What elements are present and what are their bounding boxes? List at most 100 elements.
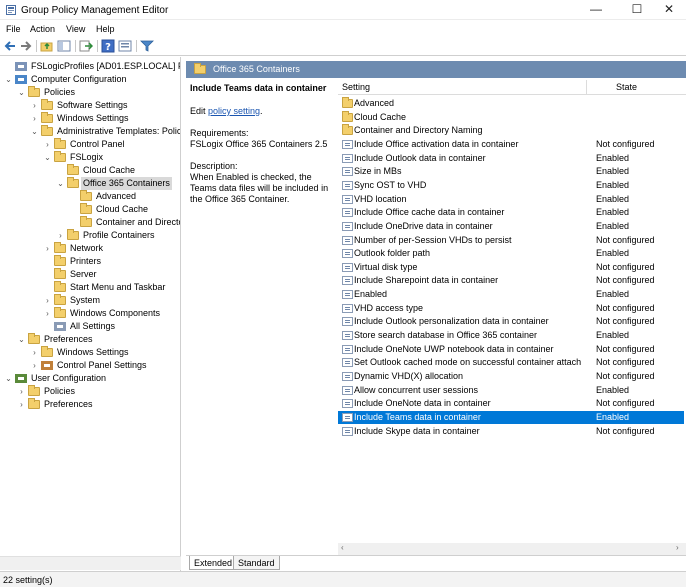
- setting-row[interactable]: Include Sharepoint data in container Not …: [338, 274, 684, 287]
- collapse-toggle-icon[interactable]: ⌄: [17, 86, 26, 99]
- expand-toggle-icon[interactable]: ›: [43, 138, 52, 151]
- tree-item[interactable]: ⌄ Computer Configuration: [0, 73, 180, 86]
- setting-row[interactable]: Include OneNote data in container Not con…: [338, 397, 684, 410]
- collapse-toggle-icon[interactable]: ⌄: [17, 333, 26, 346]
- settings-folder-row[interactable]: Container and Directory Naming: [338, 124, 684, 137]
- settings-folder-row[interactable]: Advanced: [338, 97, 684, 110]
- setting-row[interactable]: Store search database in Office 365 cont…: [338, 329, 684, 342]
- setting-row[interactable]: Outlook folder path Enabled: [338, 247, 684, 260]
- tree-item[interactable]: All Settings: [0, 320, 180, 333]
- setting-row[interactable]: Allow concurrent user sessions Enabled: [338, 384, 684, 397]
- console-tree[interactable]: FSLogicProfiles [AD01.ESP.LOCAL] Policy ⌄…: [0, 57, 181, 571]
- expand-toggle-icon[interactable]: ›: [56, 229, 65, 242]
- menu-file[interactable]: File: [6, 24, 21, 34]
- edit-policy-setting-link[interactable]: policy setting: [208, 106, 260, 116]
- tree-item[interactable]: ⌄ Policies: [0, 86, 180, 99]
- tree-item[interactable]: Printers: [0, 255, 180, 268]
- tree-item[interactable]: › Windows Settings: [0, 346, 180, 359]
- minimize-button[interactable]: —: [581, 0, 611, 20]
- forward-arrow-icon[interactable]: [19, 39, 33, 53]
- maximize-button[interactable]: ☐: [622, 0, 652, 20]
- tab-standard[interactable]: Standard: [233, 556, 280, 570]
- tree-item[interactable]: › Profile Containers: [0, 229, 180, 242]
- tree-item[interactable]: Server: [0, 268, 180, 281]
- scroll-right-arrow[interactable]: ›: [676, 543, 679, 552]
- setting-row[interactable]: VHD location Enabled: [338, 193, 684, 206]
- column-divider[interactable]: [586, 80, 587, 95]
- menu-view[interactable]: View: [66, 24, 85, 34]
- setting-row[interactable]: Include OneNote UWP notebook data in con…: [338, 343, 684, 356]
- tree-item[interactable]: Advanced: [0, 190, 180, 203]
- setting-row[interactable]: Enabled Enabled: [338, 288, 684, 301]
- tree-item[interactable]: › Control Panel Settings: [0, 359, 180, 372]
- folder-icon: [342, 110, 353, 122]
- expand-toggle-icon[interactable]: ›: [43, 242, 52, 255]
- tree-item[interactable]: › Network: [0, 242, 180, 255]
- setting-row[interactable]: Dynamic VHD(X) allocation Not configured: [338, 370, 684, 383]
- tree-item[interactable]: ⌄ User Configuration: [0, 372, 180, 385]
- tree-item-label: Start Menu and Taskbar: [70, 282, 166, 292]
- expand-toggle-icon[interactable]: ›: [30, 346, 39, 359]
- expand-toggle-icon[interactable]: ›: [30, 359, 39, 372]
- tree-item[interactable]: › Windows Components: [0, 307, 180, 320]
- menu-help[interactable]: Help: [96, 24, 115, 34]
- tree-item[interactable]: Container and Directo: [0, 216, 180, 229]
- filter-icon[interactable]: [140, 39, 154, 53]
- collapse-toggle-icon[interactable]: ⌄: [43, 151, 52, 164]
- tree-item[interactable]: Cloud Cache: [0, 164, 180, 177]
- collapse-toggle-icon[interactable]: ⌄: [56, 177, 65, 190]
- tree-item[interactable]: › Policies: [0, 385, 180, 398]
- tree-item[interactable]: › System: [0, 294, 180, 307]
- menu-action[interactable]: Action: [30, 24, 55, 34]
- tree-item[interactable]: › Preferences: [0, 398, 180, 411]
- setting-row[interactable]: Include Outlook data in container Enabled: [338, 152, 684, 165]
- properties-icon[interactable]: [118, 39, 132, 53]
- collapse-toggle-icon[interactable]: ⌄: [30, 125, 39, 138]
- column-state[interactable]: State: [616, 82, 637, 92]
- expand-toggle-icon[interactable]: ›: [17, 398, 26, 411]
- up-folder-icon[interactable]: [40, 39, 54, 53]
- tab-extended[interactable]: Extended: [189, 556, 238, 570]
- setting-row[interactable]: Number of per-Session VHDs to persist Not…: [338, 234, 684, 247]
- setting-row[interactable]: Virtual disk type Not configured: [338, 261, 684, 274]
- expand-toggle-icon[interactable]: ›: [43, 294, 52, 307]
- expand-toggle-icon[interactable]: ›: [43, 307, 52, 320]
- setting-row[interactable]: Include Office activation data in contai…: [338, 138, 684, 151]
- expand-toggle-icon[interactable]: ›: [30, 112, 39, 125]
- tree-item[interactable]: FSLogicProfiles [AD01.ESP.LOCAL] Policy: [0, 60, 180, 73]
- settings-horizontal-scrollbar[interactable]: ‹ ›: [338, 543, 686, 555]
- back-arrow-icon[interactable]: [3, 39, 17, 53]
- tree-item[interactable]: Start Menu and Taskbar: [0, 281, 180, 294]
- tree-horizontal-scrollbar[interactable]: [0, 556, 181, 570]
- show-hide-tree-icon[interactable]: [57, 39, 71, 53]
- help-icon[interactable]: ?: [101, 39, 115, 53]
- collapse-toggle-icon[interactable]: ⌄: [4, 73, 13, 86]
- setting-row[interactable]: Size in MBs Enabled: [338, 165, 684, 178]
- control-panel-icon: [41, 361, 53, 370]
- close-button[interactable]: ✕: [654, 0, 684, 20]
- export-icon[interactable]: [79, 39, 93, 53]
- tree-item[interactable]: ⌄ Administrative Templates: Policy: [0, 125, 180, 138]
- tree-item[interactable]: ⌄ Office 365 Containers: [0, 177, 180, 190]
- setting-row[interactable]: Include Skype data in container Not confi…: [338, 425, 684, 438]
- tree-item[interactable]: › Control Panel: [0, 138, 180, 151]
- column-setting[interactable]: Setting: [342, 82, 370, 92]
- tree-item[interactable]: › Windows Settings: [0, 112, 180, 125]
- tree-item[interactable]: › Software Settings: [0, 99, 180, 112]
- setting-row[interactable]: VHD access type Not configured: [338, 302, 684, 315]
- tree-item[interactable]: Cloud Cache: [0, 203, 180, 216]
- expand-toggle-icon[interactable]: ›: [30, 99, 39, 112]
- setting-row[interactable]: Include Outlook personalization data in …: [338, 315, 684, 328]
- setting-row[interactable]: Include Office cache data in container En…: [338, 206, 684, 219]
- tree-item[interactable]: ⌄ Preferences: [0, 333, 180, 346]
- edit-policy-line: Edit policy setting.: [190, 106, 336, 117]
- settings-folder-row[interactable]: Cloud Cache: [338, 110, 684, 124]
- collapse-toggle-icon[interactable]: ⌄: [4, 372, 13, 385]
- setting-row[interactable]: Include OneDrive data in container Enable…: [338, 220, 684, 233]
- setting-row[interactable]: Include Teams data in container Enabled: [338, 410, 684, 424]
- setting-row[interactable]: Sync OST to VHD Enabled: [338, 179, 684, 192]
- scroll-left-arrow[interactable]: ‹: [341, 543, 344, 552]
- expand-toggle-icon[interactable]: ›: [17, 385, 26, 398]
- setting-row[interactable]: Set Outlook cached mode on successful co…: [338, 356, 684, 369]
- tree-item[interactable]: ⌄ FSLogix: [0, 151, 180, 164]
